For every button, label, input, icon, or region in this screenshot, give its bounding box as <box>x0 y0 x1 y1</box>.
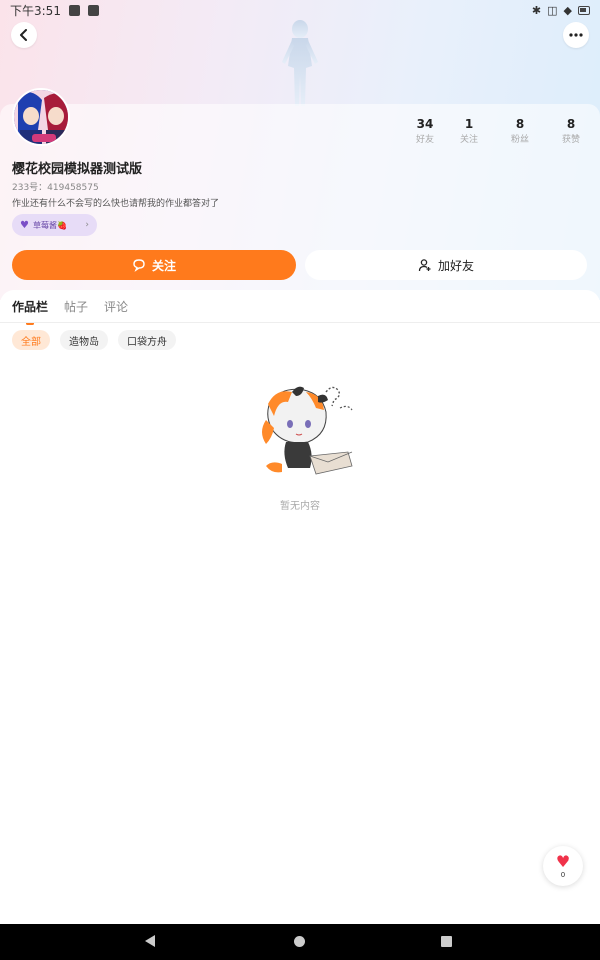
vibrate-icon: ◫ <box>547 3 558 17</box>
content-tabs: 作品栏 帖子 评论 <box>12 298 128 315</box>
add-friend-button[interactable]: 加好友 <box>305 250 587 280</box>
add-friend-button-label: 加好友 <box>437 258 474 273</box>
tab-works[interactable]: 作品栏 <box>12 298 48 315</box>
tab-comments[interactable]: 评论 <box>104 298 128 315</box>
stat-following[interactable]: 1 关注 <box>444 117 494 147</box>
stat-label: 好友 <box>415 135 434 145</box>
wifi-icon: ◆ <box>563 3 572 17</box>
stat-friends[interactable]: 34 好友 <box>400 117 450 147</box>
more-button[interactable] <box>563 22 589 48</box>
chip-pocket-ark[interactable]: 口袋方舟 <box>118 330 176 350</box>
tab-posts[interactable]: 帖子 <box>64 298 88 315</box>
status-time: 下午3:51 <box>10 3 61 18</box>
chevron-left-icon <box>20 29 27 41</box>
add-user-icon <box>418 259 431 272</box>
stat-label: 粉丝 <box>510 135 529 145</box>
tab-divider <box>0 322 600 323</box>
purple-heart-icon: ♥ <box>20 219 29 231</box>
stat-value: 8 <box>566 117 576 131</box>
nav-recent-apps-icon[interactable] <box>441 936 452 947</box>
back-button[interactable] <box>11 22 37 48</box>
follow-button-label: 关注 <box>151 258 176 273</box>
profile-bio: 作业还有什么不会写的么快也请帮我的作业都答对了 <box>12 199 220 209</box>
stat-followers[interactable]: 8 粉丝 <box>495 117 545 147</box>
chat-bubble-icon <box>133 259 145 272</box>
profile-uid: 233号：419458575 <box>12 183 99 193</box>
avatar[interactable] <box>12 88 70 146</box>
chip-all[interactable]: 全部 <box>12 330 50 350</box>
stat-likes[interactable]: 8 获赞 <box>546 117 596 147</box>
filter-chips: 全部 造物岛 口袋方舟 <box>12 330 176 350</box>
like-button[interactable]: ♥ 0 <box>543 846 583 886</box>
stat-value: 8 <box>515 117 525 131</box>
gallery-icon <box>68 4 80 16</box>
like-count: 0 <box>560 870 566 879</box>
empty-state-illustration <box>262 386 353 475</box>
camera-icon <box>87 4 99 16</box>
battery-icon <box>578 5 590 15</box>
stat-label: 关注 <box>459 135 478 145</box>
heart-icon: ♥ <box>555 851 571 871</box>
profile-stats: 34 好友 1 关注 8 粉丝 8 获赞 <box>400 117 600 149</box>
nav-home-icon[interactable] <box>294 936 305 947</box>
stat-label: 获赞 <box>561 135 580 145</box>
bluetooth-icon: ✱ <box>531 3 542 17</box>
avatar-character-figure <box>282 20 318 106</box>
stat-value: 1 <box>464 117 474 131</box>
empty-state-text: 暂无内容 <box>280 501 320 512</box>
follow-button[interactable]: 关注 <box>12 250 296 280</box>
stat-value: 34 <box>416 117 434 131</box>
fan-badge-label: 草莓酱🍓 <box>32 220 67 230</box>
profile-username: 樱花校园模拟器测试版 <box>12 162 143 177</box>
more-horizontal-icon <box>569 33 583 37</box>
content-panel: 作品栏 帖子 评论 全部 造物岛 口袋方舟 暂无内容 <box>0 290 600 924</box>
chevron-right-icon: › <box>85 220 89 230</box>
status-bar: 下午3:51 ✱ ◫ ◆ <box>0 0 600 20</box>
chip-creation-island[interactable]: 造物岛 <box>60 330 108 350</box>
nav-back-icon[interactable] <box>145 935 155 947</box>
fan-badge[interactable]: ♥ 草莓酱🍓 › <box>12 214 97 236</box>
system-nav-bar <box>0 924 600 960</box>
